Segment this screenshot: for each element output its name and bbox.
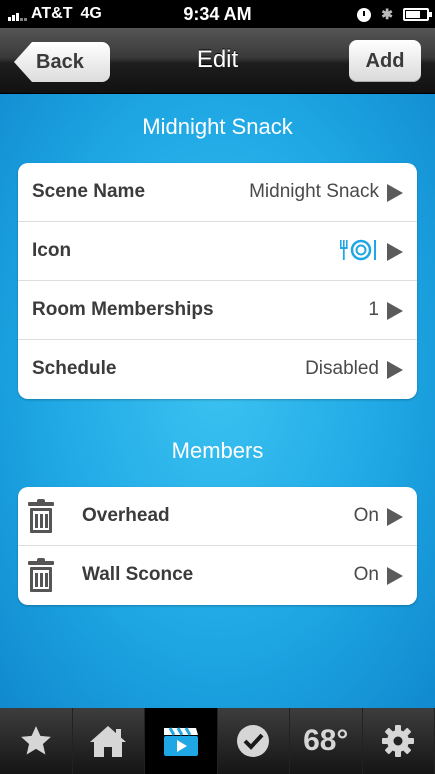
row-label: Scene Name bbox=[32, 181, 146, 202]
member-state: On bbox=[353, 564, 379, 585]
row-label: Icon bbox=[32, 240, 72, 261]
row-label: Room Memberships bbox=[32, 299, 214, 320]
tab-rooms[interactable] bbox=[73, 708, 145, 774]
trash-icon[interactable] bbox=[28, 499, 54, 533]
rotation-lock-icon bbox=[357, 7, 372, 22]
main-content: Midnight Snack Scene Name Midnight Snack… bbox=[0, 94, 435, 708]
dining-icon bbox=[339, 238, 379, 262]
room-memberships-row[interactable]: Room Memberships 1 bbox=[18, 281, 417, 340]
disclosure-arrow-icon bbox=[387, 361, 403, 379]
tab-tasks[interactable] bbox=[218, 708, 290, 774]
add-button[interactable]: Add bbox=[349, 40, 421, 82]
battery-icon bbox=[403, 8, 432, 21]
tab-settings[interactable] bbox=[363, 708, 435, 774]
row-label: Schedule bbox=[32, 358, 117, 379]
members-card: Overhead On Wall Sconce On bbox=[18, 487, 417, 605]
disclosure-arrow-icon bbox=[387, 567, 403, 585]
disclosure-arrow-icon bbox=[387, 243, 403, 261]
tab-favorites[interactable] bbox=[0, 708, 73, 774]
member-state: On bbox=[353, 505, 379, 526]
navigation-bar: Back Edit Add bbox=[0, 28, 435, 94]
tab-thermostat[interactable]: 68° bbox=[290, 708, 363, 774]
disclosure-arrow-icon bbox=[387, 184, 403, 202]
status-icons: ✱ bbox=[357, 6, 432, 23]
member-label: Overhead bbox=[82, 505, 170, 526]
clapperboard-icon bbox=[163, 727, 198, 756]
tab-bar: 68° bbox=[0, 708, 435, 774]
bluetooth-icon: ✱ bbox=[381, 6, 393, 22]
temperature-label: 68° bbox=[303, 724, 349, 757]
home-icon bbox=[90, 726, 127, 757]
disclosure-arrow-icon bbox=[387, 302, 403, 320]
star-icon bbox=[20, 726, 51, 755]
tab-scenes[interactable] bbox=[145, 708, 218, 774]
scene-settings-card: Scene Name Midnight Snack Icon Room Memb… bbox=[18, 163, 417, 399]
checkmark-icon bbox=[237, 725, 270, 757]
members-header: Members bbox=[171, 438, 264, 463]
member-overhead-row[interactable]: Overhead On bbox=[18, 487, 417, 546]
icon-row[interactable]: Icon bbox=[18, 222, 417, 281]
row-value: Midnight Snack bbox=[249, 181, 379, 202]
member-wall-sconce-row[interactable]: Wall Sconce On bbox=[18, 546, 417, 605]
schedule-row[interactable]: Schedule Disabled bbox=[18, 340, 417, 399]
scene-name-row[interactable]: Scene Name Midnight Snack bbox=[18, 163, 417, 222]
row-value: 1 bbox=[368, 299, 379, 320]
row-value: Disabled bbox=[305, 358, 379, 379]
member-label: Wall Sconce bbox=[82, 564, 194, 585]
disclosure-arrow-icon bbox=[387, 508, 403, 526]
status-bar: AT&T 4G 9:34 AM ✱ bbox=[0, 0, 435, 28]
trash-icon[interactable] bbox=[28, 558, 54, 592]
scene-header: Midnight Snack bbox=[142, 114, 293, 139]
gear-icon bbox=[382, 725, 415, 757]
